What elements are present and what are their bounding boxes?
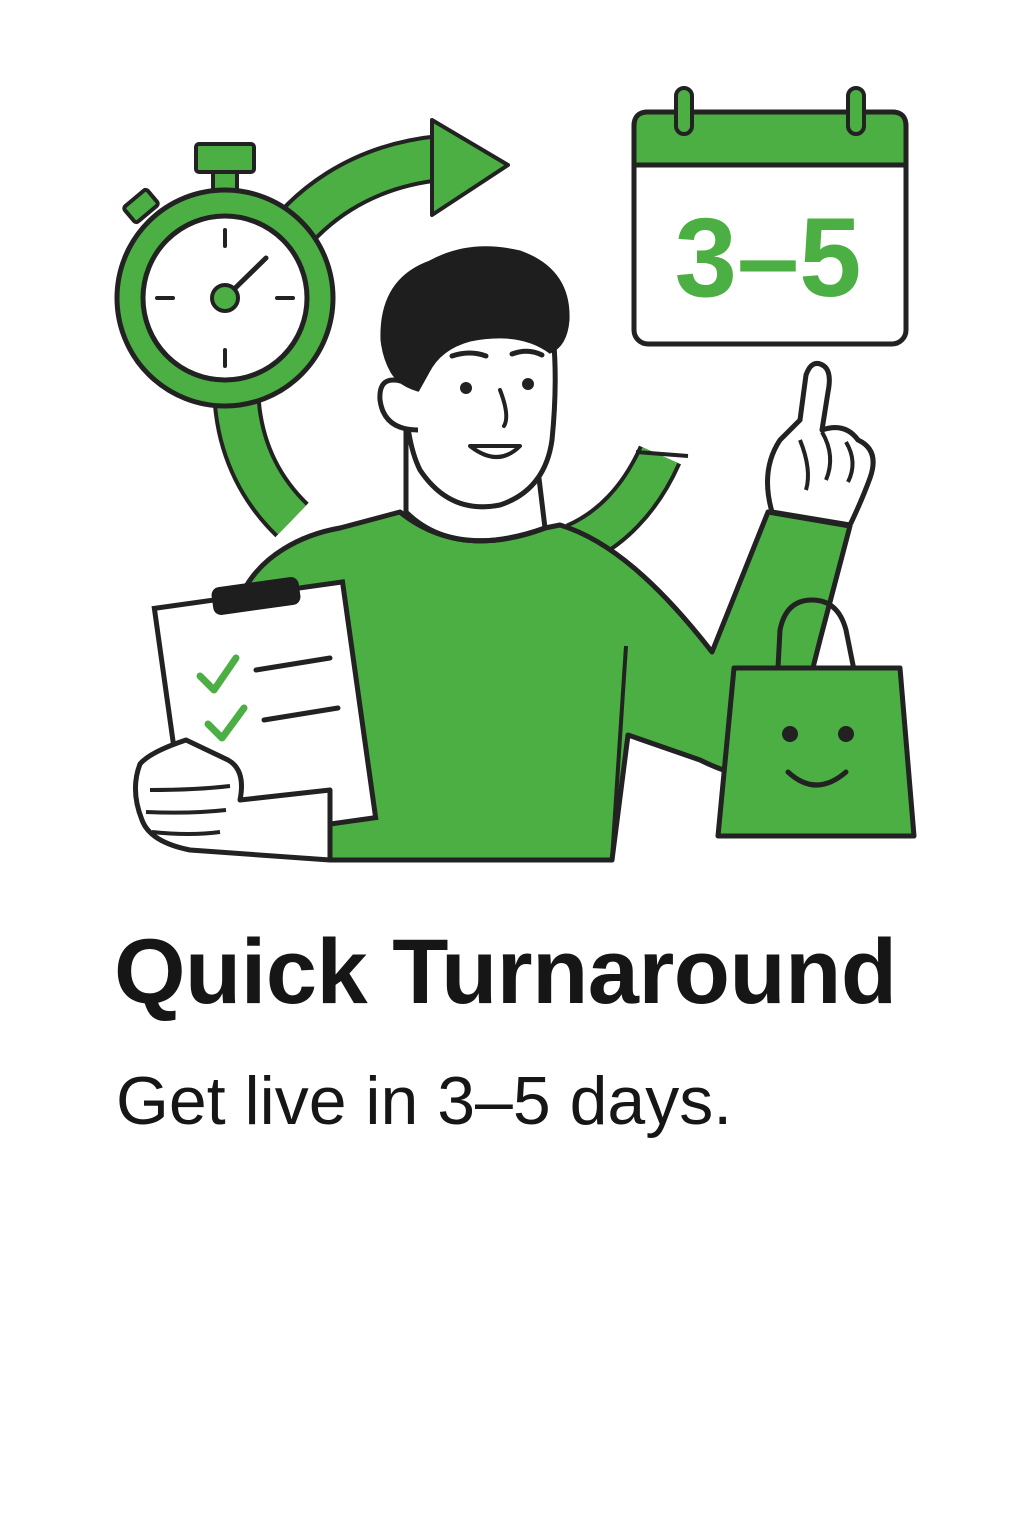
hero-illustration: 3–5: [114, 86, 917, 863]
stopwatch-icon: [114, 142, 336, 409]
calendar-label: 3–5: [675, 195, 862, 320]
page-title: Quick Turnaround: [114, 921, 897, 1023]
pointing-hand: [765, 361, 876, 528]
page-subtitle: Get live in 3–5 days.: [116, 1063, 733, 1139]
calendar-icon: 3–5: [631, 86, 909, 347]
